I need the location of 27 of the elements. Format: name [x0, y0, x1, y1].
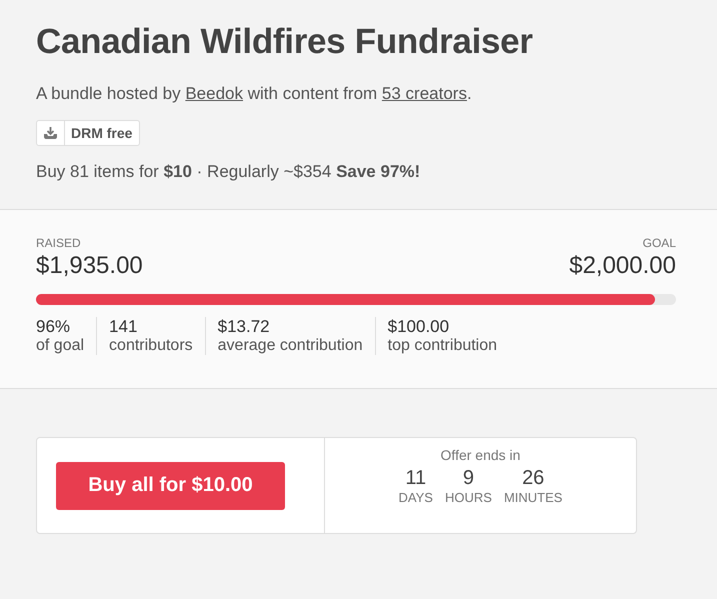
countdown-value: 11 [405, 467, 426, 490]
goal-amount: $2,000.00 [569, 252, 676, 280]
raised-label: RAISED [36, 236, 82, 250]
price-summary: Buy 81 items for $10 · Regularly ~$354 Save 97%! [36, 162, 422, 182]
stat-value: 96% [36, 317, 72, 337]
download-tray-icon [43, 126, 58, 140]
countdown-value: 26 [522, 467, 544, 490]
raised-amount: $1,935.00 [36, 252, 143, 280]
countdown-unit: DAYS [398, 490, 433, 505]
stat-label: contributors [109, 337, 193, 355]
stat-label: top contribution [388, 337, 498, 355]
buy-button[interactable]: Buy all for $10.00 [56, 462, 285, 510]
stat-value: 141 [109, 317, 138, 337]
countdown-value: 9 [462, 467, 474, 490]
bundle-subtitle: A bundle hosted by Beedok with content from 53 creators. [36, 84, 473, 104]
host-link[interactable]: Beedok [185, 84, 244, 103]
stat-value: $13.72 [218, 317, 271, 337]
badge-label: DRM free [70, 125, 134, 141]
bundle-title: Canadian Wildfires Fundraiser [36, 22, 534, 62]
offer-label: Offer ends in [440, 447, 520, 463]
stat-label: of goal [36, 337, 84, 355]
stat-value: $100.00 [388, 317, 450, 337]
goal-label: GOAL [642, 236, 676, 250]
countdown-unit: HOURS [444, 490, 492, 505]
countdown-unit: MINUTES [504, 490, 562, 505]
stat-label: average contribution [218, 337, 363, 355]
creators-link[interactable]: 53 creators [382, 84, 467, 103]
